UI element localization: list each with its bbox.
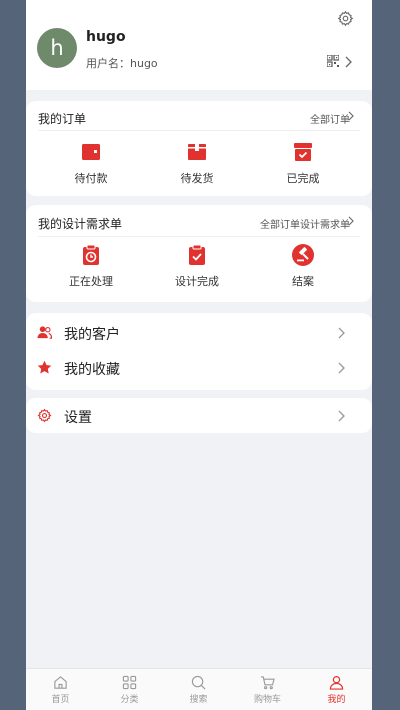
settings-label: 设置 bbox=[64, 410, 92, 426]
order-item-label: 待付款 bbox=[74, 172, 108, 185]
chevron-right-icon bbox=[338, 327, 345, 339]
box-check-icon bbox=[294, 143, 312, 161]
menu-card: 我的客户 我的收藏 bbox=[26, 313, 372, 390]
search-icon bbox=[191, 675, 206, 690]
settings-gear-icon[interactable] bbox=[337, 10, 354, 27]
chevron-right-icon bbox=[338, 410, 345, 422]
customers-icon bbox=[37, 326, 52, 339]
clipboard-clock-icon bbox=[83, 244, 99, 265]
tab-label: 首页 bbox=[51, 695, 70, 705]
wallet-icon bbox=[82, 144, 100, 160]
tab-cart[interactable]: 购物车 bbox=[233, 669, 302, 709]
gavel-icon bbox=[292, 244, 314, 266]
clipboard-check-icon bbox=[189, 244, 205, 265]
qr-code-icon[interactable] bbox=[327, 55, 339, 67]
phone-screen: h hugo 用户名：hugo 我的订单 全部订单 待付款 待发货 已完成 我的… bbox=[26, 0, 372, 710]
tab-home[interactable]: 首页 bbox=[26, 669, 95, 709]
home-icon bbox=[54, 676, 67, 689]
tab-mine[interactable]: 我的 bbox=[302, 669, 371, 709]
tab-category[interactable]: 分类 bbox=[95, 669, 164, 709]
customers-label: 我的客户 bbox=[64, 327, 120, 343]
cart-icon bbox=[260, 676, 275, 690]
design-item-label: 设计完成 bbox=[175, 275, 219, 288]
user-icon bbox=[329, 675, 344, 690]
order-item-label: 已完成 bbox=[286, 172, 320, 185]
order-item-label: 待发货 bbox=[180, 172, 214, 185]
username-label: 用户名：hugo bbox=[86, 57, 158, 70]
design-item-label: 结案 bbox=[292, 275, 314, 288]
all-design-orders-link[interactable]: 全部订单设计需求单 bbox=[260, 216, 350, 231]
profile-header: h hugo 用户名：hugo bbox=[26, 0, 372, 90]
chevron-right-icon[interactable] bbox=[348, 216, 354, 226]
tab-search[interactable]: 搜索 bbox=[164, 669, 233, 709]
all-orders-link[interactable]: 全部订单 bbox=[310, 111, 350, 126]
divider bbox=[38, 130, 360, 131]
bottom-tab-bar: 首页 分类 搜索 购物车 我的 bbox=[26, 668, 372, 710]
tab-label: 我的 bbox=[327, 695, 346, 705]
settings-card: 设置 bbox=[26, 398, 372, 433]
tab-label: 分类 bbox=[120, 695, 139, 705]
chevron-right-icon[interactable] bbox=[345, 56, 352, 68]
gear-icon bbox=[37, 408, 52, 423]
chevron-right-icon[interactable] bbox=[348, 111, 354, 121]
display-name: hugo bbox=[86, 29, 126, 45]
orders-card: 我的订单 全部订单 待付款 待发货 已完成 bbox=[26, 101, 372, 196]
favorites-label: 我的收藏 bbox=[64, 362, 120, 378]
package-icon bbox=[188, 144, 206, 160]
design-requests-card: 我的设计需求单 全部订单设计需求单 正在处理 设计完成 结案 bbox=[26, 205, 372, 302]
orders-title: 我的订单 bbox=[38, 112, 87, 126]
tab-label: 搜索 bbox=[189, 695, 208, 705]
divider bbox=[38, 236, 360, 237]
design-item-label: 正在处理 bbox=[69, 275, 113, 288]
chevron-right-icon bbox=[338, 362, 345, 374]
design-title: 我的设计需求单 bbox=[38, 217, 123, 231]
avatar[interactable]: h bbox=[37, 28, 77, 68]
category-icon bbox=[122, 675, 137, 690]
star-icon bbox=[37, 360, 52, 374]
tab-label: 购物车 bbox=[253, 695, 281, 705]
